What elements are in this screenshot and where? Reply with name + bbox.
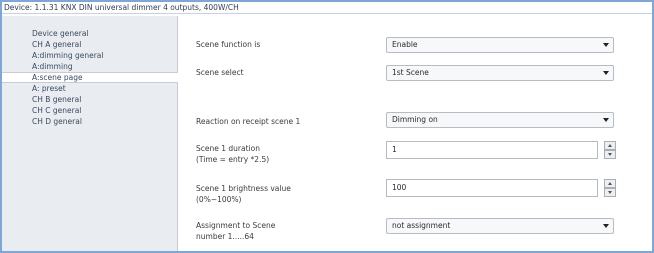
brightness-stepper: 100 (386, 179, 618, 197)
chevron-down-icon (603, 118, 609, 122)
assignment-value: not assignment (392, 221, 451, 230)
sidebar-item-a-dimming[interactable]: A:dimming (2, 61, 178, 72)
sidebar-item-ch-d-general[interactable]: CH D general (2, 116, 178, 127)
duration-spin-down-button[interactable] (604, 150, 616, 159)
duration-input[interactable]: 1 (386, 141, 598, 159)
brightness-input[interactable]: 100 (386, 179, 598, 197)
brightness-spin-buttons (604, 179, 616, 197)
brightness-spin-down-button[interactable] (604, 188, 616, 197)
sidebar-item-ch-a-general[interactable]: CH A general (2, 39, 178, 50)
window-title: Device: 1.1.31 KNX DIN universal dimmer … (2, 2, 652, 14)
reaction-label: Reaction on receipt scene 1 (196, 117, 301, 126)
chevron-down-icon (603, 224, 609, 228)
spin-down-icon (608, 191, 612, 194)
scene-select-label: Scene select (196, 68, 244, 77)
brightness-label: Scene 1 brightness value (196, 184, 291, 193)
scene-function-value: Enable (392, 40, 418, 49)
parameter-panel: Scene function is Enable Scene select 1s… (180, 16, 650, 251)
brightness-sublabel: (0%~100%) (196, 195, 242, 204)
duration-stepper: 1 (386, 141, 618, 159)
duration-label: Scene 1 duration (196, 144, 260, 153)
assignment-label: Assignment to Scene (196, 221, 276, 230)
scene-select-select[interactable]: 1st Scene (386, 65, 614, 81)
sidebar-item-ch-c-general[interactable]: CH C general (2, 105, 178, 116)
chevron-down-icon (603, 43, 609, 47)
duration-sublabel: (Time = entry *2.5) (196, 155, 270, 164)
chevron-down-icon (603, 71, 609, 75)
scene-select-value: 1st Scene (392, 68, 429, 77)
sidebar-item-a-scene-page[interactable]: A:scene page (2, 72, 178, 83)
assignment-sublabel: number 1.....64 (196, 232, 254, 241)
assignment-select[interactable]: not assignment (386, 218, 614, 234)
spin-up-icon (608, 182, 612, 185)
duration-spin-buttons (604, 141, 616, 159)
reaction-select[interactable]: Dimming on (386, 112, 614, 128)
duration-spin-up-button[interactable] (604, 141, 616, 150)
sidebar-item-device-general[interactable]: Device general (2, 28, 178, 39)
sidebar-item-ch-b-general[interactable]: CH B general (2, 94, 178, 105)
reaction-value: Dimming on (392, 115, 438, 124)
scene-function-label: Scene function is (196, 40, 261, 49)
sidebar-item-a-dimming-general[interactable]: A:dimming general (2, 50, 178, 61)
sidebar-item-a-preset[interactable]: A: preset (2, 83, 178, 94)
brightness-spin-up-button[interactable] (604, 179, 616, 188)
sidebar: Device general CH A general A:dimming ge… (2, 16, 178, 251)
scene-function-select[interactable]: Enable (386, 37, 614, 53)
spin-up-icon (608, 144, 612, 147)
spin-down-icon (608, 153, 612, 156)
